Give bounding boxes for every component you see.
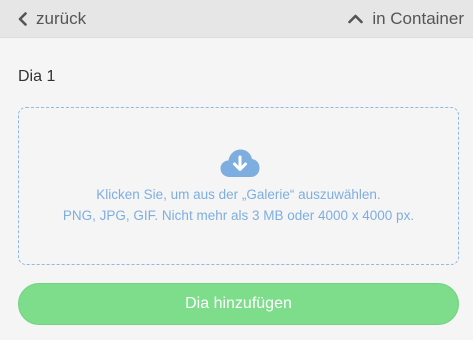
upload-constraints: PNG, JPG, GIF. Nicht mehr als 3 MB oder …: [62, 208, 415, 223]
cloud-download-icon: [219, 148, 261, 183]
top-bar: zurück in Container: [0, 0, 473, 38]
in-container-button[interactable]: in Container: [348, 0, 464, 38]
chevron-up-icon: [348, 14, 364, 24]
back-label: zurück: [36, 9, 87, 28]
upload-instruction: Klicken Sie, um aus der „Galerie“ auszuw…: [96, 187, 381, 202]
add-slide-label: Dia hinzufügen: [185, 295, 292, 312]
image-upload-dropzone[interactable]: Klicken Sie, um aus der „Galerie“ auszuw…: [18, 107, 459, 265]
slide-title: Dia 1: [18, 68, 56, 85]
in-container-label: in Container: [372, 9, 464, 28]
chevron-left-icon: [18, 12, 27, 26]
back-button[interactable]: zurück: [18, 0, 86, 38]
add-slide-button[interactable]: Dia hinzufügen: [18, 283, 459, 325]
